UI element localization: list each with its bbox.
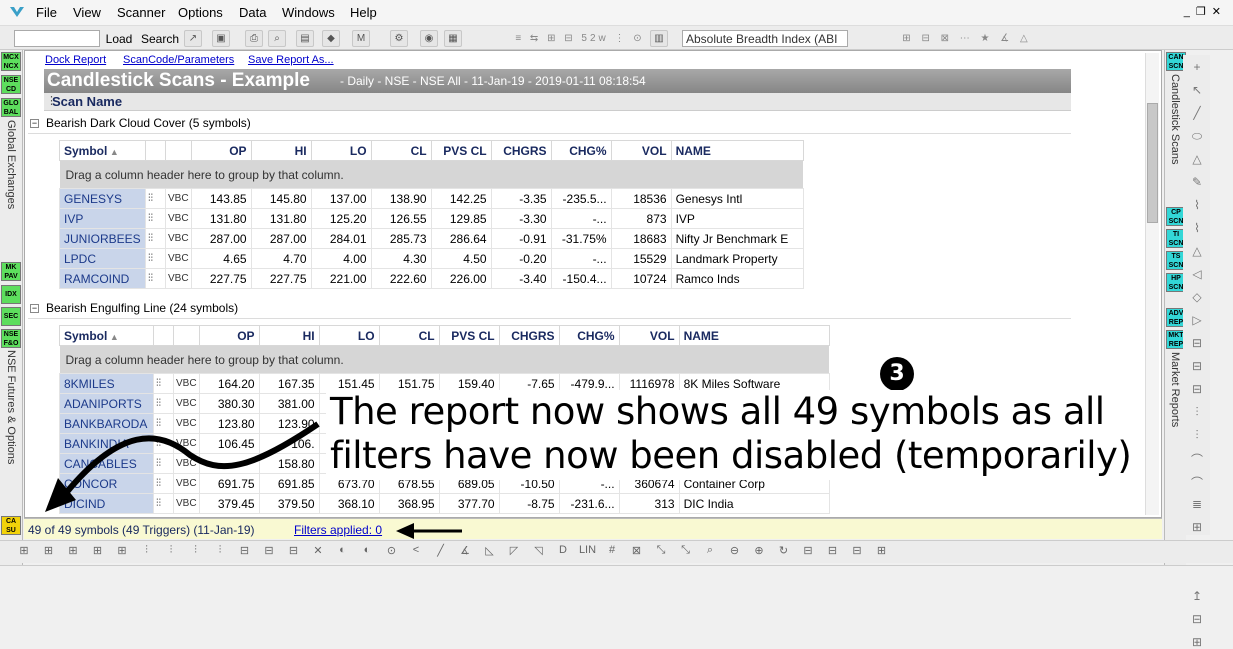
curved-arrow-icon [59,421,320,500]
drawing-tool-icon[interactable]: ⊞ [1187,635,1207,649]
drawing-tool-icon[interactable]: ⊟ [1187,612,1207,626]
arrowhead-icon [396,523,414,539]
drawing-tool-icon[interactable]: ↥ [1187,589,1207,603]
annotation-arrows [45,421,462,539]
